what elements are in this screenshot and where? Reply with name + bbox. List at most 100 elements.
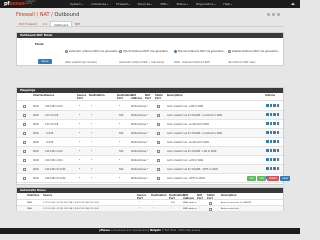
delete-icon[interactable] xyxy=(276,149,279,152)
table-row[interactable]: WAN 192.168.1.0/24 * * * WAN address * Auto cre… xyxy=(17,156,283,165)
row-checkbox[interactable] xyxy=(23,168,26,171)
delete-button[interactable]: Delete xyxy=(267,176,279,181)
save-mappings-button[interactable]: Save xyxy=(280,176,290,181)
nav-status[interactable]: Status▾ xyxy=(172,0,192,8)
add-bottom-button[interactable]: Add xyxy=(257,176,266,181)
nav-services[interactable]: Services▾ xyxy=(134,0,157,8)
row-checkbox[interactable] xyxy=(23,105,26,108)
delete-icon[interactable] xyxy=(276,113,279,116)
delete-icon[interactable] xyxy=(276,140,279,143)
nav-vpn[interactable]: VPN▾ xyxy=(156,0,172,8)
cell-sport: * xyxy=(79,177,81,180)
radio-disable[interactable] xyxy=(228,50,231,53)
delete-icon[interactable] xyxy=(276,158,279,161)
radio-automatic[interactable] xyxy=(65,50,68,53)
breadcrumb-firewall[interactable]: Firewall xyxy=(16,12,35,18)
disable-icon[interactable] xyxy=(273,104,276,107)
help-icon[interactable] xyxy=(277,13,280,16)
settings-icon[interactable] xyxy=(267,13,270,16)
table-row[interactable]: WAN::1/128 * * 500 WAN address * Auto created … xyxy=(17,129,283,138)
breadcrumb-nat[interactable]: NAT xyxy=(40,12,50,18)
cell-sport: * xyxy=(139,208,141,210)
disable-icon[interactable] xyxy=(273,158,276,161)
cell-sport: * xyxy=(79,159,81,162)
copy-icon[interactable] xyxy=(269,140,272,143)
disable-icon[interactable] xyxy=(273,140,276,143)
row-checkbox[interactable] xyxy=(23,141,26,144)
table-row[interactable]: WAN::1/128 * * * WAN address * Auto created ru… xyxy=(17,138,283,147)
mode-option-hybrid[interactable]: Hybrid Outbound NAT rule generation. (Au… xyxy=(119,41,177,64)
mode-option-manual[interactable]: Manual Outbound NAT rule generation. (AO… xyxy=(174,41,232,64)
nav-interfaces[interactable]: Interfaces▾ xyxy=(87,0,112,8)
edit-icon[interactable] xyxy=(266,131,269,134)
edit-icon[interactable] xyxy=(266,140,269,143)
cell-iface: WAN xyxy=(33,150,39,153)
row-checkbox[interactable] xyxy=(23,159,26,162)
delete-icon[interactable] xyxy=(276,167,279,170)
delete-icon[interactable] xyxy=(276,131,279,134)
tab-outbound[interactable]: Outbound xyxy=(50,21,73,27)
cell-dport: 500 xyxy=(119,114,124,117)
tab-port-forward[interactable]: Port Forward xyxy=(16,21,40,26)
logout-icon[interactable]: ⏏ xyxy=(291,2,295,6)
copy-icon[interactable] xyxy=(269,167,272,170)
copy-icon[interactable] xyxy=(269,122,272,125)
copy-icon[interactable] xyxy=(269,158,272,161)
cell-iface: WAN xyxy=(33,159,39,162)
cell-sport: * xyxy=(79,150,81,153)
cell-nat: WAN address xyxy=(131,141,147,144)
brand-logo[interactable]: pfsense COMMUNITY EDITION xyxy=(4,1,36,7)
edit-icon[interactable] xyxy=(266,104,269,107)
table-row[interactable]: WAN 192.168.1.0/24 * * * WAN address * Auto cre… xyxy=(17,102,283,111)
nav-diagnostics[interactable]: Diagnostics▾ xyxy=(192,0,219,8)
nav-system[interactable]: System▾ xyxy=(66,0,87,8)
copy-icon[interactable] xyxy=(269,131,272,134)
delete-icon[interactable] xyxy=(276,122,279,125)
disable-icon[interactable] xyxy=(273,122,276,125)
copy-icon[interactable] xyxy=(269,113,272,116)
add-top-button[interactable]: Add xyxy=(247,176,256,181)
copy-icon[interactable] xyxy=(269,104,272,107)
mode-option-automatic[interactable]: Automatic outbound NAT rule generation. … xyxy=(65,41,123,64)
row-checkbox[interactable] xyxy=(23,114,26,117)
delete-icon[interactable] xyxy=(276,104,279,107)
panel-title: Outbound NAT Mode xyxy=(17,33,283,38)
table-row[interactable]: WAN 192.168.172.0/24 * * 500 WAN address * Auto… xyxy=(17,165,283,174)
edit-icon[interactable] xyxy=(266,122,269,125)
row-checkbox[interactable] xyxy=(23,132,26,135)
cell-src: 127.0.0.0/8 ::1/128 192.168.1.0/24 192.1… xyxy=(43,208,99,210)
footer-company[interactable]: Netgate xyxy=(150,229,161,232)
cell-src: ::1/128 xyxy=(45,132,54,135)
cell-nport: * xyxy=(147,105,149,108)
table-row[interactable]: WAN 192.168.172.0/24 * * * WAN address * Auto c… xyxy=(17,174,283,183)
disable-icon[interactable] xyxy=(273,149,276,152)
disable-icon[interactable] xyxy=(273,113,276,116)
edit-icon[interactable] xyxy=(266,113,269,116)
radio-manual[interactable] xyxy=(174,50,177,53)
tab-npt[interactable]: NPt xyxy=(72,21,83,26)
disable-icon[interactable] xyxy=(273,167,276,170)
copy-icon[interactable] xyxy=(269,149,272,152)
table-row[interactable]: WAN 192.168.1.0/24 * * 500 WAN address * Auto c… xyxy=(17,147,283,156)
nav-help[interactable]: Help▾ xyxy=(219,0,236,8)
mode-option-disable[interactable]: Disable Outbound NAT rule generation. (N… xyxy=(228,41,286,64)
edit-icon[interactable] xyxy=(266,158,269,161)
radio-hybrid[interactable] xyxy=(119,50,122,53)
cell-iface: WAN xyxy=(33,141,39,144)
footer-license[interactable]: View license. xyxy=(185,229,201,232)
table-row[interactable]: WAN 127.0.0.0/8 * * 500 WAN address * Auto crea… xyxy=(17,111,283,120)
disable-icon[interactable] xyxy=(273,131,276,134)
table-row[interactable]: WAN 127.0.0.0/8 * * * WAN address * Auto create… xyxy=(17,120,283,129)
row-checkbox[interactable] xyxy=(23,177,26,180)
edit-icon[interactable] xyxy=(266,167,269,170)
save-mode-button[interactable]: Save xyxy=(38,59,52,64)
cell-dst: * xyxy=(91,123,93,126)
log-icon[interactable] xyxy=(272,13,275,16)
edit-icon[interactable] xyxy=(266,149,269,152)
cell-desc: Auto created rule for ISAKMP xyxy=(221,202,252,204)
row-checkbox[interactable] xyxy=(23,123,26,126)
nav-firewall[interactable]: Firewall▾ xyxy=(112,0,133,8)
row-checkbox[interactable] xyxy=(23,150,26,153)
tab-one-to-one[interactable]: 1:1 xyxy=(40,21,51,26)
cell-desc: Auto created rule for ISAKMP - localhost… xyxy=(167,114,223,117)
